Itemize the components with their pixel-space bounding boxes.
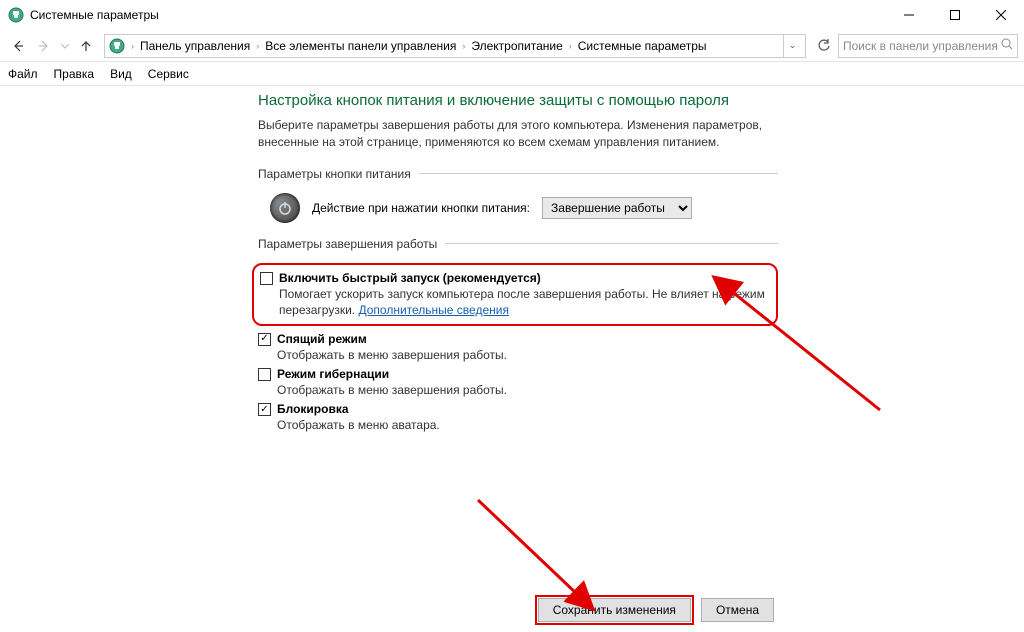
highlight-fast-startup: Включить быстрый запуск (рекомендуется) … — [252, 263, 778, 326]
menu-file[interactable]: Файл — [8, 67, 38, 81]
breadcrumb-item[interactable]: Системные параметры — [574, 39, 711, 53]
breadcrumb-item[interactable]: Панель управления — [136, 39, 254, 53]
more-info-link[interactable]: Дополнительные сведения — [358, 303, 508, 317]
cancel-button[interactable]: Отмена — [701, 598, 774, 622]
menu-edit[interactable]: Правка — [54, 67, 95, 81]
group-header-label: Параметры кнопки питания — [258, 167, 419, 181]
checkbox-desc: Отображать в меню завершения работы. — [277, 382, 778, 398]
back-button[interactable] — [6, 34, 30, 58]
titlebar: Системные параметры — [0, 0, 1024, 30]
chevron-right-icon[interactable]: › — [460, 41, 467, 51]
power-icon — [270, 193, 300, 223]
divider — [445, 243, 778, 244]
checkbox-label: Режим гибернации — [277, 367, 389, 381]
page-description: Выберите параметры завершения работы для… — [258, 117, 778, 151]
search-placeholder: Поиск в панели управления — [843, 39, 1001, 53]
checkbox-hibernate[interactable] — [258, 368, 271, 381]
navbar: › Панель управления › Все элементы панел… — [0, 30, 1024, 62]
breadcrumb-item[interactable]: Электропитание — [467, 39, 566, 53]
main-content: Настройка кнопок питания и включение защ… — [258, 92, 778, 448]
breadcrumb-item[interactable]: Все элементы панели управления — [261, 39, 460, 53]
checkbox-sleep[interactable]: ✓ — [258, 333, 271, 346]
checkbox-fast-startup[interactable] — [260, 272, 273, 285]
checkbox-lock[interactable]: ✓ — [258, 403, 271, 416]
group-shutdown: Параметры завершения работы Включить быс… — [258, 237, 778, 434]
group-header-label: Параметры завершения работы — [258, 237, 445, 251]
menubar: Файл Правка Вид Сервис — [0, 62, 1024, 86]
footer-buttons: Сохранить изменения Отмена — [538, 598, 774, 622]
power-options-icon — [109, 38, 125, 54]
close-button[interactable] — [978, 0, 1024, 30]
chevron-right-icon[interactable]: › — [567, 41, 574, 51]
search-input[interactable]: Поиск в панели управления — [838, 34, 1018, 58]
up-button[interactable] — [74, 34, 98, 58]
menu-view[interactable]: Вид — [110, 67, 132, 81]
power-options-icon — [8, 7, 24, 23]
checkbox-label: Включить быстрый запуск (рекомендуется) — [279, 271, 541, 285]
maximize-button[interactable] — [932, 0, 978, 30]
minimize-button[interactable] — [886, 0, 932, 30]
checkbox-label: Блокировка — [277, 402, 349, 416]
chevron-right-icon[interactable]: › — [129, 41, 136, 51]
checkbox-desc: Отображать в меню аватара. — [277, 417, 778, 433]
menu-tools[interactable]: Сервис — [148, 67, 189, 81]
window-title: Системные параметры — [30, 8, 159, 22]
search-icon — [1001, 38, 1013, 53]
divider — [419, 173, 778, 174]
checkbox-desc: Отображать в меню завершения работы. — [277, 347, 778, 363]
window-controls — [886, 0, 1024, 30]
group-power-button: Параметры кнопки питания Действие при на… — [258, 167, 778, 223]
page-title: Настройка кнопок питания и включение защ… — [258, 92, 778, 109]
breadcrumb-dropdown[interactable]: ⌄ — [783, 35, 801, 57]
recent-dropdown[interactable] — [58, 34, 72, 58]
chevron-right-icon[interactable]: › — [254, 41, 261, 51]
breadcrumb[interactable]: › Панель управления › Все элементы панел… — [104, 34, 806, 58]
checkbox-label: Спящий режим — [277, 332, 367, 346]
forward-button[interactable] — [32, 34, 56, 58]
annotation-arrow — [468, 490, 598, 613]
power-action-select[interactable]: Завершение работы — [542, 197, 692, 219]
checkbox-desc: Помогает ускорить запуск компьютера посл… — [279, 286, 768, 318]
refresh-button[interactable] — [812, 34, 836, 58]
power-action-label: Действие при нажатии кнопки питания: — [312, 201, 530, 215]
save-button[interactable]: Сохранить изменения — [538, 598, 691, 622]
